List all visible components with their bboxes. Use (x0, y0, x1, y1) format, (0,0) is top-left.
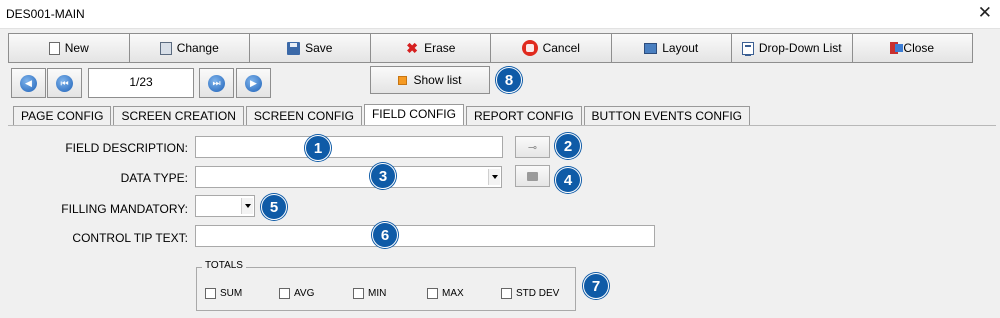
control-tip-text-label: CONTROL TIP TEXT: (72, 231, 188, 245)
std-dev-checkbox[interactable]: STD DEV (501, 288, 559, 299)
main-toolbar: New Change Save ✖ Erase Cancel Layout Dro… (8, 33, 973, 63)
sum-label: SUM (220, 288, 243, 299)
avg-label: AVG (294, 288, 315, 299)
avg-checkbox[interactable]: AVG (279, 288, 314, 299)
data-type-label: DATA TYPE: (120, 171, 188, 185)
control-tip-text-input[interactable] (195, 225, 655, 247)
callout-badge-7: 7 (583, 273, 609, 299)
sum-checkbox-box[interactable] (205, 288, 216, 299)
dropdown-list-button-label: Drop-Down List (758, 41, 842, 55)
tab-report-config[interactable]: REPORT CONFIG (465, 106, 582, 125)
min-checkbox[interactable]: MIN (353, 288, 386, 299)
filling-mandatory-label: FILLING MANDATORY: (61, 202, 188, 216)
close-button[interactable]: Close (851, 33, 973, 63)
next-record-button[interactable]: ▶ (236, 68, 271, 98)
tab-screen-config[interactable]: SCREEN CONFIG (245, 106, 362, 125)
dropdown-list-button[interactable]: Drop-Down List (731, 33, 852, 63)
chevron-down-icon[interactable] (488, 169, 500, 185)
first-record-button[interactable]: ⏮ (47, 68, 82, 98)
show-list-label: Show list (413, 73, 462, 87)
totals-legend: TOTALS (202, 260, 246, 271)
change-button[interactable]: Change (128, 33, 249, 63)
max-checkbox-box[interactable] (427, 288, 438, 299)
callout-badge-2: 2 (555, 133, 581, 159)
filling-mandatory-select[interactable] (195, 195, 255, 217)
new-document-icon (48, 41, 60, 55)
layout-icon (644, 42, 658, 54)
page-indicator: 1/23 (88, 68, 194, 98)
new-button-label: New (64, 41, 89, 55)
edit-document-icon (159, 41, 172, 55)
last-record-button[interactable]: ⏭ (199, 68, 234, 98)
erase-button[interactable]: ✖ Erase (369, 33, 490, 63)
std-dev-checkbox-box[interactable] (501, 288, 512, 299)
window-title: DES001-MAIN (6, 7, 85, 21)
last-record-icon: ⏭ (208, 74, 225, 92)
title-bar: DES001-MAIN ✕ (0, 0, 1000, 28)
callout-badge-8: 8 (496, 67, 522, 93)
folder-icon (527, 171, 538, 181)
totals-group: TOTALS SUM AVG MIN MAX STD DEV (196, 260, 576, 311)
close-button-label: Close (903, 41, 935, 55)
tab-page-config[interactable]: PAGE CONFIG (13, 106, 112, 125)
std-dev-label: STD DEV (516, 288, 560, 299)
field-description-label: FIELD DESCRIPTION: (65, 141, 188, 155)
layout-button-label: Layout (662, 41, 699, 55)
list-icon (741, 41, 754, 56)
stop-hand-icon (521, 40, 538, 56)
change-button-label: Change (176, 41, 219, 55)
callout-badge-6: 6 (372, 222, 398, 248)
tab-screen-creation[interactable]: SCREEN CREATION (113, 106, 244, 125)
cancel-button-label: Cancel (542, 41, 580, 55)
erase-button-label: Erase (424, 41, 456, 55)
next-arrow-icon: ▶ (245, 74, 262, 92)
max-label: MAX (442, 288, 464, 299)
red-x-icon: ✖ (406, 40, 418, 56)
new-button[interactable]: New (8, 33, 129, 63)
min-label: MIN (368, 288, 387, 299)
relation-button[interactable]: ⊸ (515, 136, 550, 158)
relation-icon: ⊸ (527, 141, 538, 154)
previous-record-button[interactable]: ◀ (11, 68, 46, 98)
chevron-down-icon[interactable] (241, 198, 253, 214)
callout-badge-4: 4 (555, 167, 581, 193)
max-checkbox[interactable]: MAX (427, 288, 464, 299)
layout-button[interactable]: Layout (610, 33, 731, 63)
folder-button[interactable] (515, 165, 550, 187)
previous-arrow-icon: ◀ (20, 74, 37, 92)
first-record-icon: ⏮ (56, 74, 73, 92)
callout-badge-1: 1 (305, 135, 331, 161)
tab-field-config[interactable]: FIELD CONFIG (363, 104, 464, 125)
config-tabs: PAGE CONFIG SCREEN CREATION SCREEN CONFI… (13, 104, 752, 125)
list-square-icon (398, 75, 408, 85)
show-list-button[interactable]: Show list (370, 66, 490, 94)
data-type-select[interactable] (195, 166, 502, 188)
cancel-button[interactable]: Cancel (490, 33, 611, 63)
min-checkbox-box[interactable] (353, 288, 364, 299)
field-description-input[interactable] (195, 136, 503, 158)
save-button[interactable]: Save (249, 33, 370, 63)
tab-button-events-config[interactable]: BUTTON EVENTS CONFIG (583, 106, 750, 125)
window-close-icon[interactable]: ✕ (978, 3, 992, 23)
save-button-label: Save (305, 41, 333, 55)
callout-badge-3: 3 (370, 163, 396, 189)
floppy-disk-icon (287, 41, 301, 55)
callout-badge-5: 5 (261, 194, 287, 220)
exit-door-icon (890, 42, 904, 54)
avg-checkbox-box[interactable] (279, 288, 290, 299)
sum-checkbox[interactable]: SUM (205, 288, 242, 299)
